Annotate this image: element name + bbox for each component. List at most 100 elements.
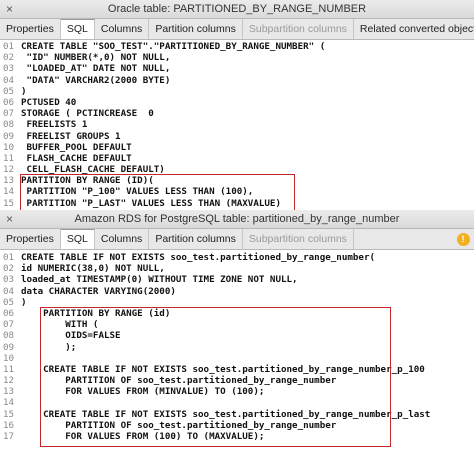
code-text: ): [21, 85, 27, 97]
postgres-pane-title: Amazon RDS for PostgreSQL table: partiti…: [74, 213, 400, 225]
postgres-sql-editor[interactable]: 01 CREATE TABLE IF NOT EXISTS soo_test.pa…: [0, 250, 474, 442]
code-line: 08 OIDS=FALSE: [0, 330, 474, 341]
code-line: 13 FOR VALUES FROM (MINVALUE) TO (100);: [0, 386, 474, 397]
oracle-tab-bar: Properties SQL Columns Partition columns Sub…: [0, 19, 474, 40]
code-line: 17 FOR VALUES FROM (100) TO (MAXVALUE);: [0, 431, 474, 442]
code-text: FOR VALUES FROM (MINVALUE) TO (100);: [21, 386, 265, 398]
tab-sql[interactable]: SQL: [60, 229, 95, 249]
line-number: 10: [3, 141, 15, 153]
code-text: data CHARACTER VARYING(2000): [21, 285, 176, 297]
line-number: 05: [3, 296, 15, 308]
code-line: 13 PARTITION BY RANGE (ID)(: [0, 175, 474, 186]
oracle-sql-editor[interactable]: 01 CREATE TABLE "SOO_TEST"."PARTITIONED_B…: [0, 40, 474, 210]
code-text: CREATE TABLE IF NOT EXISTS soo_test.part…: [21, 252, 376, 263]
tab-properties[interactable]: Properties: [0, 229, 61, 249]
line-number: 12: [3, 164, 15, 176]
code-line: 04 data CHARACTER VARYING(2000): [0, 286, 474, 297]
line-number: 14: [3, 186, 15, 198]
code-text: OIDS=FALSE: [21, 330, 121, 342]
line-number: 13: [3, 386, 15, 398]
code-line: 05): [0, 86, 474, 97]
code-text: PCTUSED 40: [21, 96, 77, 108]
code-text: PARTITION "P_100" VALUES LESS THAN (100)…: [21, 186, 254, 198]
code-text: id NUMERIC(38,0) NOT NULL,: [21, 263, 165, 275]
code-line: 01 CREATE TABLE "SOO_TEST"."PARTITIONED_B…: [0, 41, 474, 52]
line-number: 02: [3, 263, 15, 275]
postgres-titlebar: × Amazon RDS for PostgreSQL table: parti…: [0, 210, 474, 229]
code-line: 12 CELL_FLASH_CACHE DEFAULT): [0, 164, 474, 175]
code-text: CREATE TABLE IF NOT EXISTS soo_test.part…: [21, 408, 431, 420]
line-number: 14: [3, 397, 15, 409]
line-number: 15: [3, 408, 15, 420]
warning-indicator[interactable]: !: [452, 229, 474, 249]
code-text: FOR VALUES FROM (100) TO (MAXVALUE);: [21, 431, 265, 442]
code-line: 14 PARTITION "P_100" VALUES LESS THAN (1…: [0, 186, 474, 197]
tab-partition-columns[interactable]: Partition columns: [149, 19, 243, 39]
close-icon[interactable]: ×: [6, 2, 13, 16]
code-text: FREELISTS 1: [21, 119, 88, 131]
code-text: );: [21, 341, 77, 353]
tab-sql[interactable]: SQL: [60, 19, 95, 39]
code-text: CREATE TABLE IF NOT EXISTS soo_test.part…: [21, 363, 425, 375]
code-text: CREATE TABLE "SOO_TEST"."PARTITIONED_BY_…: [21, 41, 326, 52]
postgres-table-pane: × Amazon RDS for PostgreSQL table: parti…: [0, 210, 474, 454]
line-number: 13: [3, 175, 15, 187]
line-number: 09: [3, 341, 15, 353]
line-number: 01: [3, 252, 15, 263]
code-text: CELL_FLASH_CACHE DEFAULT): [21, 164, 165, 176]
code-text: "DATA" VARCHAR2(2000 BYTE): [21, 74, 171, 86]
tab-subpartition-columns: Subpartition columns: [243, 19, 354, 39]
code-line: 08 FREELISTS 1: [0, 119, 474, 130]
code-line: 09 );: [0, 342, 474, 353]
line-number: 06: [3, 96, 15, 108]
code-text: "ID" NUMBER(*,0) NOT NULL,: [21, 52, 171, 64]
tab-related-converted-objects[interactable]: Related converted objects: [354, 19, 474, 39]
code-text: loaded_at TIMESTAMP(0) WITHOUT TIME ZONE…: [21, 274, 298, 286]
code-line: 15 CREATE TABLE IF NOT EXISTS soo_test.p…: [0, 409, 474, 420]
line-number: 11: [3, 152, 15, 164]
code-line: 07 STORAGE ( PCTINCREASE 0: [0, 108, 474, 119]
oracle-titlebar: × Oracle table: PARTITIONED_BY_RANGE_NUM…: [0, 0, 474, 19]
code-line: 11 CREATE TABLE IF NOT EXISTS soo_test.p…: [0, 364, 474, 375]
line-number: 05: [3, 85, 15, 97]
code-text: PARTITION OF soo_test.partitioned_by_ran…: [21, 375, 337, 387]
code-line: 10: [0, 353, 474, 364]
code-line: 03 loaded_at TIMESTAMP(0) WITHOUT TIME ZO…: [0, 274, 474, 285]
code-text: PARTITION "P_LAST" VALUES LESS THAN (MAX…: [21, 197, 281, 209]
line-number: 03: [3, 274, 15, 286]
oracle-table-pane: × Oracle table: PARTITIONED_BY_RANGE_NUM…: [0, 0, 474, 210]
tab-columns[interactable]: Columns: [95, 229, 150, 249]
oracle-pane-title: Oracle table: PARTITIONED_BY_RANGE_NUMBE…: [107, 3, 367, 15]
line-number: 03: [3, 63, 15, 75]
line-number: 08: [3, 330, 15, 342]
line-number: 11: [3, 363, 15, 375]
close-icon[interactable]: ×: [6, 212, 13, 226]
tab-partition-columns[interactable]: Partition columns: [149, 229, 243, 249]
code-line: 14: [0, 397, 474, 408]
line-number: 08: [3, 119, 15, 131]
tab-subpartition-columns: Subpartition columns: [243, 229, 354, 249]
line-number: 04: [3, 74, 15, 86]
code-line: 02 id NUMERIC(38,0) NOT NULL,: [0, 263, 474, 274]
code-line: 11 FLASH_CACHE DEFAULT: [0, 153, 474, 164]
tab-columns[interactable]: Columns: [95, 19, 150, 39]
line-number: 06: [3, 307, 15, 319]
code-line: 09 FREELIST GROUPS 1: [0, 131, 474, 142]
line-number: 04: [3, 285, 15, 297]
code-text: FLASH_CACHE DEFAULT: [21, 152, 132, 164]
code-line: 06 PCTUSED 40: [0, 97, 474, 108]
postgres-tab-bar: Properties SQL Columns Partition columns Sub…: [0, 229, 474, 250]
line-number: 17: [3, 431, 15, 442]
tab-properties[interactable]: Properties: [0, 19, 61, 39]
line-number: 01: [3, 41, 15, 52]
line-number: 07: [3, 108, 15, 120]
code-text: STORAGE ( PCTINCREASE 0: [21, 108, 154, 120]
line-number: 07: [3, 319, 15, 331]
code-text: BUFFER_POOL DEFAULT: [21, 141, 132, 153]
code-text: "LOADED_AT" DATE NOT NULL,: [21, 63, 171, 75]
code-text: FREELIST GROUPS 1: [21, 130, 121, 142]
code-line: 03 "LOADED_AT" DATE NOT NULL,: [0, 63, 474, 74]
code-text: WITH (: [21, 319, 99, 331]
line-number: 10: [3, 352, 15, 364]
code-line: 06 PARTITION BY RANGE (id): [0, 308, 474, 319]
